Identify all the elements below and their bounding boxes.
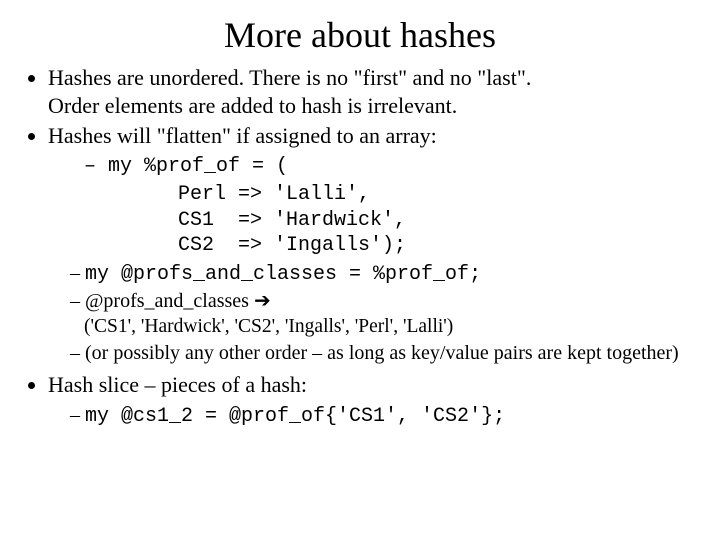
bullet-list: Hashes are unordered. There is no "first… (24, 64, 696, 430)
arrow-icon: ➔ (254, 290, 271, 312)
bullet-text-1a: Hashes are unordered. There is no "first… (48, 65, 531, 90)
sub-result: @profs_and_classes ➔ ('CS1', 'Hardwick',… (70, 289, 696, 339)
sublist-flatten: – my %prof_of = ( Perl => 'Lalli', CS1 =… (48, 154, 696, 367)
bullet-unordered: Hashes are unordered. There is no "first… (48, 64, 696, 120)
code-slice: my @cs1_2 = @prof_of{'CS1', 'CS2'}; (85, 405, 505, 428)
sub-slice-code: my @cs1_2 = @prof_of{'CS1', 'CS2'}; (70, 403, 696, 430)
bullet-flatten: Hashes will "flatten" if assigned to an … (48, 122, 696, 367)
sublist-slice: my @cs1_2 = @prof_of{'CS1', 'CS2'}; (48, 403, 696, 430)
slide-title: More about hashes (24, 14, 696, 56)
sub-assign: my @profs_and_classes = %prof_of; (70, 261, 696, 288)
slide: More about hashes Hashes are unordered. … (0, 0, 720, 540)
sub-note: (or possibly any other order – as long a… (70, 341, 696, 367)
bullet-text-3: Hash slice – pieces of a hash: (48, 372, 307, 397)
code-declare: – my %prof_of = ( (70, 154, 696, 180)
result-tuple: ('CS1', 'Hardwick', 'CS2', 'Ingalls', 'P… (84, 315, 696, 339)
code-assign: my @profs_and_classes = %prof_of; (85, 263, 481, 286)
code-declare-head: my %prof_of = ( (108, 155, 288, 178)
result-var: @profs_and_classes (85, 290, 254, 312)
dash-icon: – (84, 155, 108, 178)
code-declare-body: Perl => 'Lalli', CS1 => 'Hardwick', CS2 … (70, 182, 696, 259)
bullet-slice: Hash slice – pieces of a hash: my @cs1_2… (48, 371, 696, 430)
bullet-text-2: Hashes will "flatten" if assigned to an … (48, 123, 437, 148)
bullet-text-1b: Order elements are added to hash is irre… (48, 93, 457, 118)
note-text: (or possibly any other order – as long a… (85, 342, 679, 364)
